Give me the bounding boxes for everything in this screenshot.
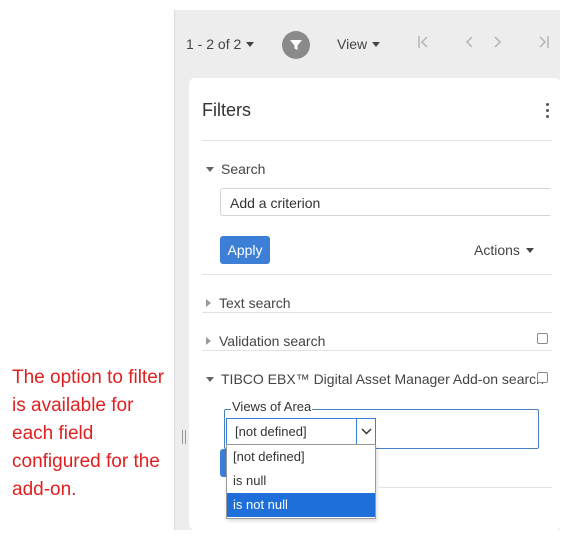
text-search-section-toggle[interactable]: Text search (206, 295, 291, 311)
select-dropdown-list: [not defined] is null is not null (226, 444, 376, 519)
divider (202, 140, 552, 141)
pager-dropdown[interactable]: 1 - 2 of 2 (186, 36, 255, 52)
filters-panel: Filters Search Add a criterion Apply Act… (189, 78, 561, 530)
validation-search-checkbox[interactable] (537, 333, 548, 344)
last-page-icon[interactable] (538, 35, 550, 54)
caret-right-icon (206, 299, 211, 307)
first-page-icon[interactable] (417, 35, 429, 54)
validation-search-label: Validation search (219, 333, 326, 349)
divider (379, 487, 552, 488)
kebab-icon[interactable] (546, 103, 550, 119)
filters-title: Filters (202, 100, 251, 120)
select-arrow[interactable] (356, 419, 375, 444)
apply-button[interactable]: Apply (220, 236, 270, 264)
select-option-highlighted[interactable]: is not null (227, 493, 375, 517)
views-of-area-label: Views of Area (231, 399, 313, 414)
validation-search-section-toggle[interactable]: Validation search (206, 333, 325, 349)
annotation-text: The option to filter is available for ea… (12, 367, 165, 500)
actions-label: Actions (474, 242, 520, 258)
filter-button[interactable] (282, 31, 310, 59)
views-of-area-select[interactable]: [not defined] (226, 418, 376, 445)
search-section-toggle[interactable]: Search (206, 161, 265, 177)
view-label: View (337, 36, 368, 52)
funnel-icon (290, 40, 302, 50)
app-panel: 1 - 2 of 2 View Filters Search Add a cri… (174, 10, 561, 530)
select-option[interactable]: [not defined] (227, 445, 375, 469)
chevron-down-icon (525, 248, 534, 253)
chevron-down-icon (246, 42, 255, 47)
dam-search-label: TIBCO EBX™ Digital Asset Manager Add-on … (221, 371, 544, 387)
chevron-down-icon (372, 42, 381, 47)
select-option[interactable]: is null (227, 469, 375, 493)
caret-down-icon (206, 377, 214, 382)
divider (202, 350, 552, 351)
add-criterion-input[interactable]: Add a criterion (220, 188, 550, 216)
splitter-handle[interactable] (182, 430, 186, 444)
caret-right-icon (206, 337, 211, 345)
select-value: [not defined] (235, 424, 307, 439)
toolbar: 1 - 2 of 2 View (175, 10, 561, 76)
text-search-label: Text search (219, 295, 291, 311)
chevron-down-icon (361, 428, 372, 435)
actions-dropdown[interactable]: Actions (474, 242, 534, 258)
caret-down-icon (206, 167, 214, 172)
dam-search-checkbox[interactable] (537, 372, 548, 383)
view-dropdown[interactable]: View (337, 36, 381, 52)
pager-label: 1 - 2 of 2 (186, 36, 242, 52)
next-page-icon[interactable] (492, 35, 502, 54)
prev-page-icon[interactable] (465, 35, 475, 54)
divider (202, 312, 552, 313)
divider (202, 274, 552, 275)
search-section-label: Search (221, 161, 266, 177)
dam-search-section-toggle[interactable]: TIBCO EBX™ Digital Asset Manager Add-on … (206, 371, 544, 387)
